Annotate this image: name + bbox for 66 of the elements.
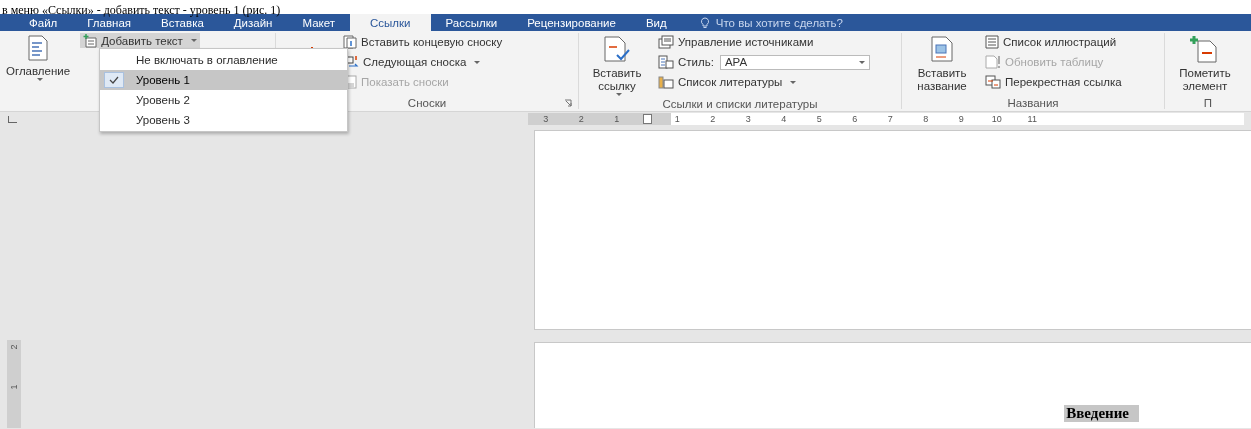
ruler-number: 2 [9,344,19,350]
ribbon-tab[interactable]: Файл [14,14,73,31]
document-text: в меню «Ссылки» - добавить текст - уровень 1 (рис. 1) [1,3,281,17]
caret-icon [858,60,865,64]
citation-icon [603,35,631,63]
caret-icon [190,39,197,42]
ruler-number: 1 [9,384,19,390]
group-label: Ссылки и списки литературы [662,98,818,110]
ruler-number: 5 [815,114,823,124]
style-dropdown[interactable]: APA [719,54,870,70]
menu-item[interactable]: Не включать в оглавление [100,50,347,70]
ruler-number: 7 [886,114,894,124]
indent-marker[interactable] [642,114,652,124]
ribbon-command[interactable]: Вставить концевую сноску [340,33,506,51]
ruler-number: 8 [922,114,930,124]
style-icon [658,55,674,69]
ribbon-button[interactable]: Оглавление [4,33,73,109]
group-label: П [1203,96,1213,109]
tell-me-field[interactable]: Что вы хотите сделать? [699,14,843,31]
dialog-launcher-icon [564,98,572,107]
ruler-number: 10 [990,114,1003,124]
ruler-number: 3 [744,114,752,124]
document-heading[interactable]: Введение [1064,405,1139,422]
menu-item[interactable]: Уровень 1 [100,70,347,90]
add-entry-icon [1190,35,1220,63]
ribbon-tab[interactable]: Рассылки [430,14,513,31]
ribbon-button[interactable]: Вставить ссылку [585,33,649,98]
menu-item[interactable]: Уровень 3 [100,110,347,130]
ruler-number: 6 [851,114,859,124]
caret-icon [616,93,622,96]
ruler-number: 3 [542,114,550,124]
ribbon-command[interactable]: Список иллюстраций [982,33,1125,51]
picture-document-icon [930,35,954,63]
ribbon-tab[interactable]: Вид [630,14,682,31]
cross-reference-icon [985,75,1001,89]
books-icon [658,75,674,89]
ribbon-command[interactable]: Управление источниками [655,33,873,51]
ruler-number: 4 [780,114,788,124]
ribbon-command[interactable]: Список литературы [655,73,873,91]
ribbon-tab[interactable]: Ссылки [350,14,431,31]
ribbon-command[interactable]: Перекрестная ссылка [982,73,1125,91]
ruler-number: 1 [613,114,621,124]
list-document-icon [985,35,999,49]
ribbon-tab[interactable]: Макет [287,14,350,31]
group-label: Названия [1007,96,1059,109]
document-icon [27,35,50,61]
ribbon-tab[interactable]: Рецензирование [512,14,631,31]
tab-selector-icon[interactable] [8,115,17,123]
sources-icon [658,35,674,49]
ruler-number: 9 [957,114,965,124]
caret-icon [474,60,481,64]
caret-icon [790,80,797,84]
ribbon-command[interactable]: Добавить текст [80,33,200,48]
menu-item[interactable]: Уровень 2 [100,90,347,110]
ruler-number: 2 [709,114,717,124]
ribbon-button[interactable]: Пометить элемент [1171,33,1239,96]
ruler-number: 2 [577,114,585,124]
update-table-icon [985,55,1001,69]
caret-icon [37,78,44,81]
lightbulb-icon [699,16,710,29]
ruler-number: 1 [673,114,681,124]
checkmark-icon [104,72,124,88]
ribbon-button[interactable]: Вставить название [908,33,976,96]
ruler-number: 11 [1026,114,1038,124]
group-label: Сноски [407,96,447,109]
style-label: Стиль: [678,56,714,68]
